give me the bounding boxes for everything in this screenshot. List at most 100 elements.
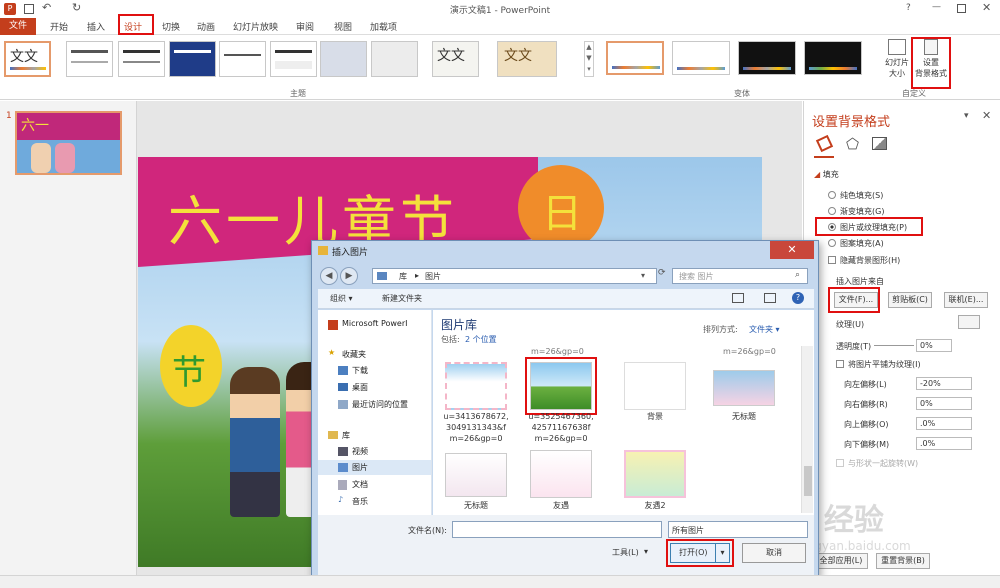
nav-desktop[interactable]: 桌面: [352, 382, 368, 393]
label-pattern-fill: 图案填充(A): [840, 239, 884, 248]
picture-icon[interactable]: [872, 137, 887, 150]
nav-videos[interactable]: 视频: [352, 446, 368, 457]
organize-button[interactable]: 组织 ▾: [330, 293, 353, 304]
includes-link[interactable]: 2 个位置: [465, 334, 497, 345]
theme-3[interactable]: [118, 41, 165, 77]
theme-gallery-scroll[interactable]: ▲ ▼ ▾: [584, 41, 594, 77]
theme-8[interactable]: [371, 41, 418, 77]
tile-checkbox[interactable]: [836, 360, 844, 368]
preview-pane-icon[interactable]: [764, 293, 776, 303]
nav-powerpoint[interactable]: Microsoft PowerI: [342, 319, 408, 328]
filename-label: 文件名(N):: [408, 526, 447, 535]
pane-close-icon[interactable]: ✕: [982, 109, 991, 122]
nav-favorites[interactable]: 收藏夹: [342, 349, 366, 360]
tools-button[interactable]: 工具(L): [612, 547, 639, 558]
online-button[interactable]: 联机(E)...: [944, 292, 988, 308]
theme-2[interactable]: [66, 41, 113, 77]
dialog-close-button[interactable]: ✕: [770, 241, 814, 259]
fill-bucket-icon[interactable]: [815, 134, 834, 153]
theme-5[interactable]: [219, 41, 266, 77]
file-thumb-6[interactable]: [530, 450, 592, 498]
rotate-checkbox[interactable]: [836, 459, 844, 467]
view-options-icon[interactable]: [732, 293, 744, 303]
file-thumb-4[interactable]: [713, 370, 775, 406]
offset-bottom-input[interactable]: .0%: [916, 437, 972, 450]
clipboard-button[interactable]: 剪贴板(C): [888, 292, 932, 308]
theme-office[interactable]: 文文: [4, 41, 51, 77]
offset-right-input[interactable]: 0%: [916, 397, 972, 410]
variant-3[interactable]: [738, 41, 796, 75]
file-thumb-1[interactable]: [445, 362, 507, 410]
tab-home[interactable]: 开始: [50, 20, 68, 33]
pane-options-icon[interactable]: ▾: [964, 111, 969, 121]
tab-addins[interactable]: 加载项: [370, 20, 397, 33]
theme-4[interactable]: [169, 41, 216, 77]
tab-view[interactable]: 视图: [334, 20, 352, 33]
variant-4[interactable]: [804, 41, 862, 75]
file-caption-4: 无标题: [732, 412, 756, 421]
radio-solid-fill[interactable]: [828, 191, 836, 199]
search-input[interactable]: 搜索 图片: [679, 271, 714, 282]
variant-1[interactable]: [606, 41, 664, 75]
radio-gradient-fill[interactable]: [828, 207, 836, 215]
nav-pictures[interactable]: 图片: [352, 462, 368, 473]
transparency-slider[interactable]: [874, 345, 914, 346]
tab-animations[interactable]: 动画: [197, 20, 215, 33]
breadcrumb-pictures[interactable]: 图片: [425, 271, 441, 282]
file-type-select[interactable]: 所有图片: [668, 521, 808, 538]
address-dropdown-icon[interactable]: ▾: [641, 271, 645, 280]
dialog-title-bar: 插入图片 ✕: [312, 241, 818, 261]
theme-sample-text: 文文: [10, 49, 38, 65]
file-list-scrollbar[interactable]: [801, 346, 813, 513]
nav-documents[interactable]: 文档: [352, 479, 368, 490]
search-icon: ⌕: [795, 270, 801, 280]
transparency-input[interactable]: 0%: [916, 339, 952, 352]
new-folder-button[interactable]: 新建文件夹: [382, 293, 422, 304]
slide-size-button[interactable]: 幻灯片 大小: [884, 39, 910, 85]
slide-thumbnail[interactable]: 六一: [15, 111, 122, 175]
breadcrumb-library[interactable]: 库: [399, 271, 407, 282]
address-bar[interactable]: 库 ▸ 图片 ▾: [372, 268, 657, 284]
tab-transitions[interactable]: 切换: [162, 20, 180, 33]
file-caption-1: u=3413678672, 3049131343&f m=26&gp=0: [443, 412, 509, 443]
offset-left-input[interactable]: -20%: [916, 377, 972, 390]
search-box[interactable]: 搜索 图片 ⌕: [672, 268, 808, 284]
theme-6[interactable]: [270, 41, 317, 77]
nav-recent[interactable]: 最近访问的位置: [352, 399, 408, 410]
texture-picker[interactable]: [958, 315, 980, 329]
filename-input[interactable]: [452, 521, 662, 538]
theme-9[interactable]: 文文: [432, 41, 479, 77]
file-thumb-5[interactable]: [445, 453, 507, 497]
theme-7[interactable]: [320, 41, 367, 77]
help-icon[interactable]: ?: [906, 3, 911, 13]
scrollbar-thumb[interactable]: [804, 466, 812, 496]
theme-10[interactable]: 文文: [497, 41, 557, 77]
cancel-button[interactable]: 取消: [742, 543, 806, 563]
offset-top-input[interactable]: .0%: [916, 417, 972, 430]
refresh-button[interactable]: ⟳: [658, 268, 672, 284]
radio-pattern-fill[interactable]: [828, 239, 836, 247]
tab-insert[interactable]: 插入: [87, 20, 105, 33]
sun-char: 日: [542, 191, 582, 237]
arrange-dropdown[interactable]: 文件夹 ▾: [749, 324, 780, 335]
help-icon[interactable]: ?: [792, 292, 804, 304]
tab-file[interactable]: 文件: [0, 18, 36, 35]
close-icon[interactable]: ✕: [982, 1, 991, 14]
nav-downloads[interactable]: 下载: [352, 365, 368, 376]
hide-background-checkbox[interactable]: [828, 256, 836, 264]
highlight-open-button: [666, 539, 734, 567]
variant-2[interactable]: [672, 41, 730, 75]
nav-libraries[interactable]: 库: [342, 430, 350, 441]
file-thumb-3[interactable]: [624, 362, 686, 410]
file-thumb-7[interactable]: [624, 450, 686, 498]
nav-music[interactable]: 音乐: [352, 496, 368, 507]
back-button[interactable]: ◀: [320, 267, 338, 285]
tab-review[interactable]: 审阅: [296, 20, 314, 33]
maximize-icon[interactable]: [957, 4, 966, 13]
minimize-icon[interactable]: —: [932, 2, 941, 12]
fill-section-header[interactable]: ◢ 填充: [814, 169, 839, 180]
tab-slideshow[interactable]: 幻灯片放映: [233, 20, 278, 33]
forward-button[interactable]: ▶: [340, 267, 358, 285]
pentagon-icon[interactable]: ⬠: [846, 135, 859, 153]
partial-caption-right: m=26&gp=0: [723, 347, 776, 356]
